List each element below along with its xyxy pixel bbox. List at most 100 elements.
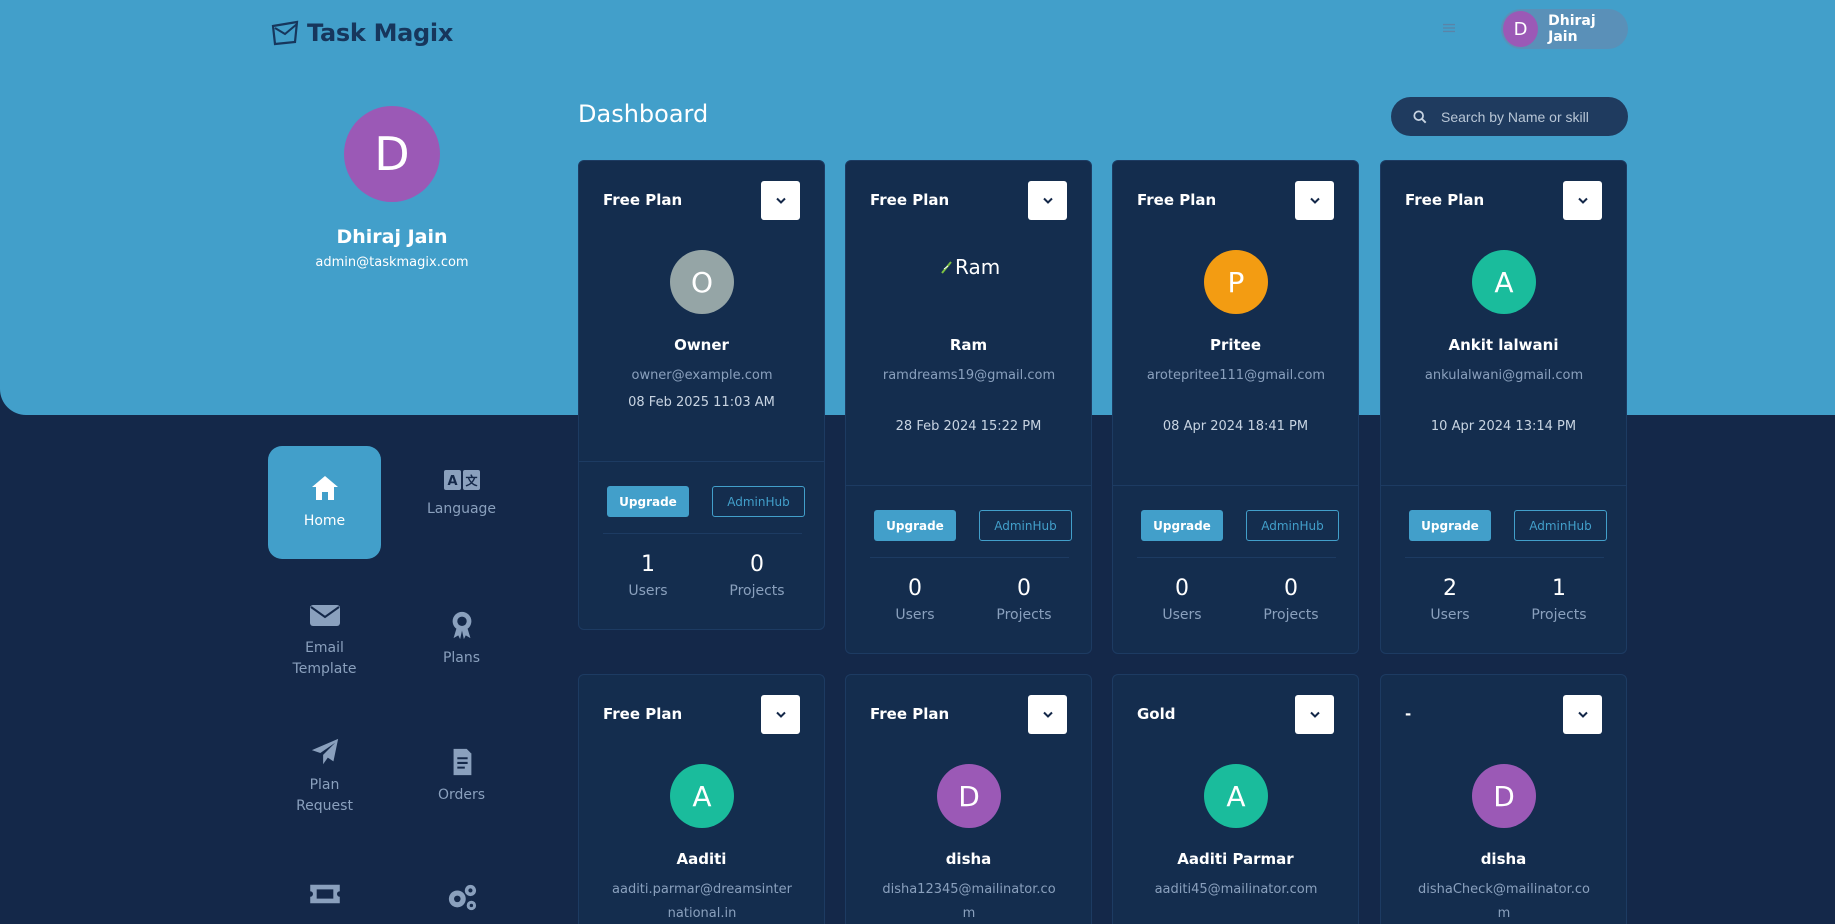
users-count: 1 — [641, 552, 655, 577]
svg-text:文: 文 — [465, 473, 478, 488]
created-date: 28 Feb 2024 15:22 PM — [895, 419, 1042, 434]
chevron-down-icon — [1309, 711, 1320, 718]
avatar: A — [1472, 250, 1536, 314]
chevron-down-icon — [1577, 711, 1588, 718]
avatar: O — [670, 250, 734, 314]
projects-label: Projects — [1263, 607, 1319, 623]
tenant-card: - D disha dishaCheck@mailinator.com — [1380, 674, 1627, 924]
envelope-icon — [309, 604, 340, 626]
tenant-card: Gold A Aaditi Parmar aaditi45@mailinator… — [1112, 674, 1359, 924]
hamburger-menu-icon[interactable] — [1441, 18, 1457, 38]
search-input[interactable] — [1441, 108, 1611, 125]
adminhub-button[interactable]: AdminHub — [1514, 510, 1607, 541]
tenant-name: Aaditi — [676, 850, 727, 868]
search-bar[interactable] — [1391, 97, 1628, 136]
card-dropdown-button[interactable] — [1028, 181, 1067, 220]
card-dropdown-button[interactable] — [761, 181, 800, 220]
sidebar-item-plans[interactable]: Plans — [405, 583, 518, 696]
app-logo[interactable]: Task Magix — [271, 17, 453, 49]
tenant-email: arotepritee111@gmail.com — [1146, 368, 1326, 383]
user-menu[interactable]: D Dhiraj Jain — [1501, 9, 1628, 49]
plan-name: Gold — [1137, 705, 1176, 723]
divider — [870, 557, 1069, 558]
divider — [846, 485, 1091, 486]
sidebar-item-language[interactable]: A 文 Language — [405, 446, 518, 559]
gears-icon — [448, 884, 476, 911]
projects-label: Projects — [729, 583, 785, 599]
avatar: A — [1204, 764, 1268, 828]
tenant-card: Free Plan A Ankit lalwani ankulalwani@gm… — [1380, 160, 1627, 654]
tenant-email: ramdreams19@gmail.com — [882, 368, 1056, 383]
sidebar-item-ticket[interactable] — [268, 857, 381, 924]
card-dropdown-button[interactable] — [1563, 181, 1602, 220]
logo-icon — [271, 20, 299, 46]
card-dropdown-button[interactable] — [1295, 181, 1334, 220]
tenant-name: disha — [1480, 850, 1527, 868]
card-dropdown-button[interactable] — [761, 695, 800, 734]
plan-name: Free Plan — [1137, 191, 1217, 209]
avatar: D — [1472, 764, 1536, 828]
tenant-name: Aaditi Parmar — [1177, 850, 1294, 868]
adminhub-button[interactable]: AdminHub — [712, 486, 805, 517]
adminhub-button[interactable]: AdminHub — [1246, 510, 1339, 541]
tenant-name: Pritee — [1209, 336, 1262, 354]
card-dropdown-button[interactable] — [1295, 695, 1334, 734]
chevron-down-icon — [775, 197, 786, 204]
sidebar-item-settings[interactable] — [405, 857, 518, 924]
projects-count: 0 — [1017, 576, 1031, 601]
svg-text:A: A — [447, 474, 457, 489]
tenant-card: Free Plan A Aaditi aaditi.parmar@dreamsi… — [578, 674, 825, 924]
profile-name: Dhiraj Jain — [336, 226, 448, 248]
chevron-down-icon — [1042, 197, 1053, 204]
sidebar-item-orders[interactable]: Orders — [405, 720, 518, 833]
tenant-email: aaditi.parmar@dreamsinternational.in — [612, 882, 792, 921]
tenant-name: Ram — [949, 336, 988, 354]
receipt-icon — [453, 748, 471, 776]
upgrade-button[interactable]: Upgrade — [874, 510, 956, 541]
divider — [603, 533, 802, 534]
tenant-card: Free Plan O Owner owner@example.com 08 F… — [578, 160, 825, 630]
upgrade-button[interactable]: Upgrade — [1141, 510, 1223, 541]
tenant-email: ankulalwani@gmail.com — [1424, 368, 1584, 383]
upgrade-button[interactable]: Upgrade — [607, 486, 689, 517]
tenant-email: disha12345@mailinator.com — [882, 882, 1056, 921]
avatar: P — [1204, 250, 1268, 314]
tenant-card: Free Plan D disha disha12345@mailinator.… — [845, 674, 1092, 924]
created-date: 10 Apr 2024 13:14 PM — [1430, 419, 1577, 434]
plan-name: - — [1405, 705, 1412, 723]
search-icon — [1413, 109, 1427, 123]
projects-label: Projects — [996, 607, 1052, 623]
users-label: Users — [895, 607, 935, 623]
card-dropdown-button[interactable] — [1028, 695, 1067, 734]
home-icon — [311, 476, 338, 500]
plan-name: Free Plan — [870, 191, 950, 209]
tenant-card: Free Plan Ram Ram ramdreams19@gmail.com … — [845, 160, 1092, 654]
users-label: Users — [628, 583, 668, 599]
projects-count: 0 — [750, 552, 764, 577]
projects-count: 1 — [1552, 576, 1566, 601]
avatar: D — [937, 764, 1001, 828]
divider — [1381, 485, 1626, 486]
leaf-icon — [941, 261, 952, 274]
avatar: A — [670, 764, 734, 828]
language-icon: A 文 — [443, 470, 480, 490]
created-date: 08 Feb 2025 11:03 AM — [628, 395, 775, 410]
divider — [579, 461, 824, 462]
avatar: D — [1503, 11, 1539, 47]
tenant-name: Owner — [674, 336, 729, 354]
paper-plane-icon — [311, 738, 338, 764]
upgrade-button[interactable]: Upgrade — [1409, 510, 1491, 541]
chevron-down-icon — [1577, 197, 1588, 204]
users-count: 0 — [908, 576, 922, 601]
sidebar-item-plan-request[interactable]: Plan Request — [268, 720, 381, 833]
plan-name: Free Plan — [603, 705, 683, 723]
card-dropdown-button[interactable] — [1563, 695, 1602, 734]
tenant-logo: Ram — [941, 247, 1021, 287]
page-title: Dashboard — [578, 100, 709, 128]
sidebar-item-email-template[interactable]: Email Template — [268, 583, 381, 696]
sidebar-item-home[interactable]: Home — [268, 446, 381, 559]
tenant-email: aaditi45@mailinator.com — [1154, 882, 1318, 897]
divider — [1113, 485, 1358, 486]
adminhub-button[interactable]: AdminHub — [979, 510, 1072, 541]
profile-email: admin@taskmagix.com — [315, 255, 469, 270]
